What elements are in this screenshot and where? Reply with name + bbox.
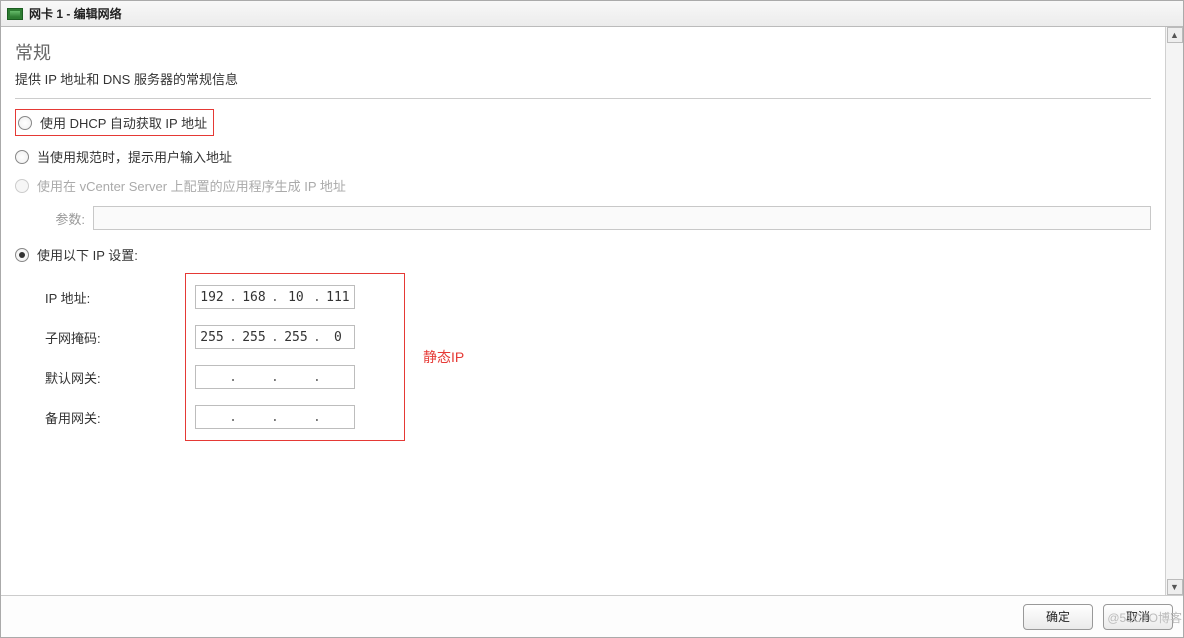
divider <box>15 98 1151 99</box>
dialog-window: 网卡 1 - 编辑网络 常规 提供 IP 地址和 DNS 服务器的常规信息 使用… <box>0 0 1184 638</box>
subnet-mask-label: 子网掩码: <box>45 328 195 347</box>
radio-static[interactable] <box>15 248 29 262</box>
alt-gateway-row: 备用网关: . . . <box>45 397 1151 437</box>
radio-dhcp-label: 使用 DHCP 自动获取 IP 地址 <box>40 113 207 132</box>
vertical-scrollbar[interactable]: ▲ ▼ <box>1165 27 1183 595</box>
param-row: 参数: <box>15 200 1151 240</box>
scroll-down-button[interactable]: ▼ <box>1167 579 1183 595</box>
radio-prompt-label: 当使用规范时，提示用户输入地址 <box>37 147 232 166</box>
titlebar[interactable]: 网卡 1 - 编辑网络 <box>1 1 1183 27</box>
ip-address-label: IP 地址: <box>45 288 195 307</box>
dhcp-highlight-annotation: 使用 DHCP 自动获取 IP 地址 <box>15 109 214 136</box>
default-gateway-row: 默认网关: . . . <box>45 357 1151 397</box>
ok-button[interactable]: 确定 <box>1023 604 1093 630</box>
option-vcenter-row: 使用在 vCenter Server 上配置的应用程序生成 IP 地址 <box>15 171 1151 200</box>
subnet-mask-row: 子网掩码: 255. 255. 255. 0 <box>45 317 1151 357</box>
dialog-footer: 确定 取消 <box>1 595 1183 637</box>
ip-address-input[interactable]: 192. 168. 10. 111 <box>195 285 355 309</box>
window-title: 网卡 1 - 编辑网络 <box>29 5 122 22</box>
scroll-up-button[interactable]: ▲ <box>1167 27 1183 43</box>
default-gateway-label: 默认网关: <box>45 368 195 387</box>
radio-prompt[interactable] <box>15 150 29 164</box>
param-input <box>93 206 1151 230</box>
radio-vcenter <box>15 179 29 193</box>
alt-gateway-label: 备用网关: <box>45 408 195 427</box>
cancel-button[interactable]: 取消 <box>1103 604 1173 630</box>
radio-static-label: 使用以下 IP 设置: <box>37 245 138 264</box>
ip-address-row: IP 地址: 192. 168. 10. 111 <box>45 277 1151 317</box>
alt-gateway-input[interactable]: . . . <box>195 405 355 429</box>
static-ip-annotation-text: 静态IP <box>423 347 464 367</box>
section-subtitle: 提供 IP 地址和 DNS 服务器的常规信息 <box>15 69 1151 88</box>
option-prompt-row: 当使用规范时，提示用户输入地址 <box>15 142 1151 171</box>
radio-vcenter-label: 使用在 vCenter Server 上配置的应用程序生成 IP 地址 <box>37 176 346 195</box>
subnet-mask-input[interactable]: 255. 255. 255. 0 <box>195 325 355 349</box>
network-card-icon <box>7 8 23 20</box>
default-gateway-input[interactable]: . . . <box>195 365 355 389</box>
radio-dhcp[interactable] <box>18 116 32 130</box>
static-ip-block: IP 地址: 192. 168. 10. 111 子网掩码: 255. 255. <box>45 277 1151 437</box>
dialog-body: 常规 提供 IP 地址和 DNS 服务器的常规信息 使用 DHCP 自动获取 I… <box>1 27 1183 595</box>
option-static-row: 使用以下 IP 设置: <box>15 240 1151 269</box>
content-area: 常规 提供 IP 地址和 DNS 服务器的常规信息 使用 DHCP 自动获取 I… <box>1 27 1165 595</box>
param-label: 参数: <box>45 209 85 228</box>
section-heading: 常规 <box>15 39 1151 65</box>
